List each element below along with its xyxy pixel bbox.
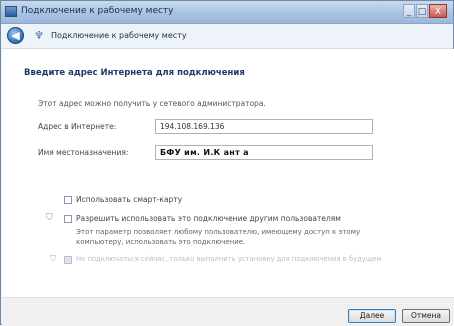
next-button[interactable]: Далее — [348, 309, 396, 323]
internet-address-input[interactable]: 194.108.169.136 — [155, 119, 373, 134]
admin-shield-icon-disabled: ⛉ — [50, 254, 56, 263]
network-icon — [5, 6, 17, 17]
allow-others-description: Этот параметр позволяет любому пользоват… — [76, 228, 361, 246]
navigation-bar: ◀ ♆ Подключение к рабочему месту — [1, 24, 453, 49]
vpn-connection-icon: ♆ — [34, 29, 44, 42]
destination-name-label: Имя местоназначения: — [38, 148, 129, 157]
info-text: Этот адрес можно получить у сетевого адм… — [38, 99, 266, 108]
wizard-content: Введите адрес Интернета для подключения … — [2, 49, 454, 297]
minimize-button[interactable]: _ — [403, 4, 415, 18]
title-bar[interactable]: Подключение к рабочему месту _ □ X — [1, 1, 453, 24]
dialog-window: Подключение к рабочему месту _ □ X ◀ ♆ П… — [0, 0, 454, 326]
maximize-button[interactable]: □ — [416, 4, 428, 18]
dont-connect-label[interactable]: Не подключаться сейчас, только выполнить… — [76, 255, 382, 263]
window-controls: _ □ X — [402, 4, 447, 18]
allow-others-label[interactable]: Разрешить использовать это подключение д… — [76, 214, 341, 223]
close-button[interactable]: X — [429, 4, 447, 18]
allow-others-checkbox[interactable] — [64, 215, 72, 223]
destination-name-input[interactable]: БФУ им. И.К ант а — [155, 145, 373, 160]
internet-address-label: Адрес в Интернете: — [38, 122, 117, 131]
smartcard-checkbox[interactable] — [64, 196, 72, 204]
window-title: Подключение к рабочему месту — [21, 6, 174, 16]
smartcard-label[interactable]: Использовать смарт-карту — [76, 195, 182, 204]
button-bar: Далее Отмена — [2, 297, 454, 326]
admin-shield-icon: ⛉ — [46, 213, 53, 223]
dont-connect-checkbox[interactable] — [64, 256, 72, 264]
cancel-button[interactable]: Отмена — [402, 309, 450, 323]
wizard-title: Подключение к рабочему месту — [51, 31, 187, 40]
back-arrow-icon[interactable]: ◀ — [7, 27, 24, 44]
page-heading: Введите адрес Интернета для подключения — [24, 68, 245, 78]
